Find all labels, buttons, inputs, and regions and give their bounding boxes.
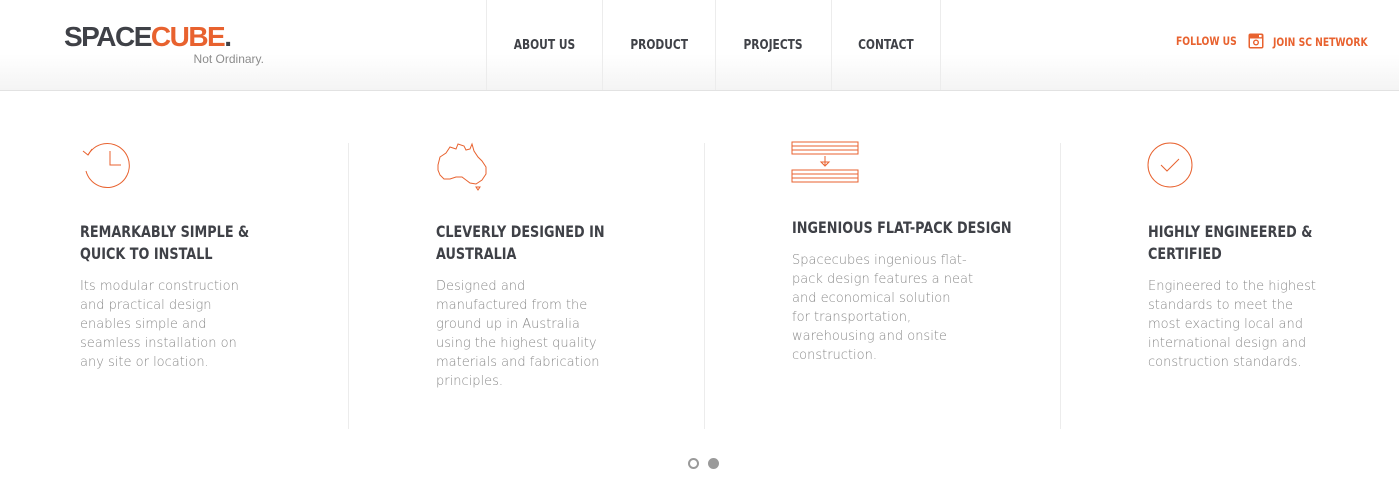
feature-title-line1: INGENIOUS FLAT-PACK DESIGN <box>792 218 1012 237</box>
column-divider <box>704 143 705 429</box>
carousel-dot-1[interactable] <box>688 458 699 469</box>
desc-line: construction standards. <box>1148 355 1302 370</box>
desc-line: using the highest quality <box>436 336 597 351</box>
site-header: SPACECUBE. Not Ordinary. ABOUT US PRODUC… <box>0 0 1399 91</box>
desc-line: Its modular construction <box>80 279 239 294</box>
feature-card-certified: HIGHLY ENGINEERED & CERTIFIED Engineered… <box>1060 91 1399 429</box>
logo-wordmark: SPACECUBE. <box>64 21 232 52</box>
column-divider <box>348 143 349 429</box>
join-sc-network-link[interactable]: JOIN SC NETWORK <box>1273 35 1391 49</box>
carousel-dot-2[interactable] <box>708 458 719 469</box>
desc-line: for transportation, <box>792 310 912 325</box>
feature-title-line1: HIGHLY ENGINEERED & <box>1148 222 1313 241</box>
logo-word-space: SPACE <box>64 21 152 52</box>
australia-map-icon <box>437 142 487 191</box>
feature-description: Its modular construction and practical d… <box>80 277 255 372</box>
feature-title: INGENIOUS FLAT-PACK DESIGN <box>792 217 1052 239</box>
desc-line: pack design features a neat <box>792 272 974 287</box>
desc-line: seamless installation on <box>80 336 237 351</box>
desc-line: international design and <box>1148 336 1307 351</box>
main-nav: ABOUT US PRODUCT PROJECTS CONTACT <box>486 0 941 90</box>
desc-line: Designed and <box>436 279 526 294</box>
desc-line: principles. <box>436 374 503 389</box>
desc-line: manufactured from the <box>436 298 588 313</box>
desc-line: standards to meet the <box>1148 298 1293 313</box>
feature-description: Designed and manufactured from the groun… <box>436 277 611 391</box>
desc-line: and practical design <box>80 298 212 313</box>
instagram-icon[interactable] <box>1248 33 1264 49</box>
column-divider <box>1060 143 1061 429</box>
follow-us-label: FOLLOW US <box>1176 34 1237 48</box>
feature-card-australia: CLEVERLY DESIGNED IN AUSTRALIA Designed … <box>348 91 704 429</box>
feature-title-line2: CERTIFIED <box>1148 244 1222 263</box>
nav-label: ABOUT US <box>513 37 576 53</box>
desc-line: and economical solution <box>792 291 951 306</box>
nav-label: PROJECTS <box>743 37 804 53</box>
nav-label: PRODUCT <box>630 37 688 53</box>
desc-line: construction. <box>792 348 877 363</box>
desc-line: enables simple and <box>80 317 207 332</box>
logo-word-cube: CUBE <box>150 21 226 52</box>
join-label: JOIN SC NETWORK <box>1273 35 1368 49</box>
desc-line: warehousing and onsite <box>792 329 947 344</box>
feature-title: HIGHLY ENGINEERED & CERTIFIED <box>1148 221 1368 265</box>
desc-line: ground up in Australia <box>436 317 580 332</box>
feature-title: CLEVERLY DESIGNED IN AUSTRALIA <box>436 221 656 265</box>
spacecube-logo[interactable]: SPACECUBE. Not Ordinary. <box>64 22 274 68</box>
nav-item-product[interactable]: PRODUCT <box>602 0 715 90</box>
logo-dot: . <box>224 21 232 52</box>
feature-title-line1: CLEVERLY DESIGNED IN <box>436 222 605 241</box>
logo-tagline: Not Ordinary. <box>193 52 264 66</box>
nav-label: CONTACT <box>858 37 914 53</box>
feature-title-line2: AUSTRALIA <box>436 244 517 263</box>
feature-title: REMARKABLY SIMPLE & QUICK TO INSTALL <box>80 221 300 265</box>
desc-line: materials and fabrication <box>436 355 600 370</box>
feature-title-line2: QUICK TO INSTALL <box>80 244 213 263</box>
feature-description: Spacecubes ingenious flat- pack design f… <box>792 251 982 365</box>
carousel-pagination <box>688 458 719 469</box>
nav-item-contact[interactable]: CONTACT <box>831 0 941 90</box>
follow-us-link[interactable]: FOLLOW US <box>1176 33 1264 49</box>
nav-item-about-us[interactable]: ABOUT US <box>486 0 602 90</box>
feature-title-line1: REMARKABLY SIMPLE & <box>80 222 250 241</box>
features-section: REMARKABLY SIMPLE & QUICK TO INSTALL Its… <box>0 91 1399 431</box>
flat-pack-icon <box>791 141 859 183</box>
desc-line: Spacecubes ingenious flat- <box>792 253 967 268</box>
clock-icon <box>82 143 130 188</box>
feature-description: Engineered to the highest standards to m… <box>1148 277 1348 372</box>
nav-item-projects[interactable]: PROJECTS <box>715 0 831 90</box>
checkmark-circle-icon <box>1147 142 1193 188</box>
feature-card-flatpack: INGENIOUS FLAT-PACK DESIGN Spacecubes in… <box>704 91 1060 429</box>
desc-line: any site or location. <box>80 355 209 370</box>
desc-line: most exacting local and <box>1148 317 1303 332</box>
desc-line: Engineered to the highest <box>1148 279 1316 294</box>
feature-card-install: REMARKABLY SIMPLE & QUICK TO INSTALL Its… <box>0 91 356 429</box>
